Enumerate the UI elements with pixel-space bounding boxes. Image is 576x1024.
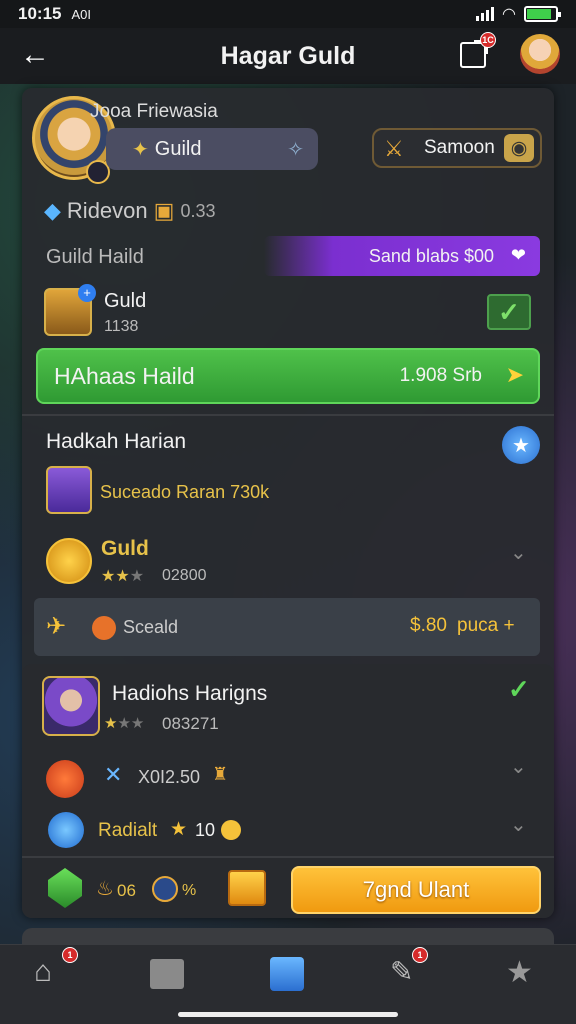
chest-icon: ▣ <box>153 198 175 223</box>
search-button[interactable]: ⚔ Samoon ◉ <box>372 128 542 168</box>
status-time: 10:15 <box>18 4 62 23</box>
star-icon: ★ <box>170 819 188 840</box>
hero-title: Hadiohs Harigns <box>112 682 268 705</box>
green-action-button[interactable]: HAhaas Haild 1.908 Srb ➤ <box>36 348 540 404</box>
promo-banner[interactable]: Sand blabs $00 ❤ <box>264 236 540 276</box>
radiant-label: Radialt <box>98 820 158 841</box>
divider <box>22 856 554 858</box>
guild-tag-label: Guild <box>154 137 202 160</box>
plus-icon[interactable]: + <box>78 284 96 302</box>
gold-item-name: Guld <box>101 537 149 560</box>
rating-stars-icon: ★★★ <box>101 568 145 585</box>
radiant-value: 10 <box>195 820 216 840</box>
bar-price-suffix: puca + <box>457 615 515 636</box>
crystal-icon <box>48 812 84 848</box>
guild-hall-label: Guild Haild <box>46 246 144 268</box>
claim-button[interactable]: 7gnd Ulant <box>291 866 541 914</box>
next-card-peek <box>22 928 554 944</box>
bottom-value-2: % <box>182 882 197 899</box>
ridevon-label: Ridevon <box>66 198 148 223</box>
flame-icon: ♨ <box>96 878 114 900</box>
horn-icon: ✈ <box>46 613 67 640</box>
bar-price: $.80 <box>410 615 447 636</box>
star-badge-icon[interactable]: ★ <box>502 426 540 464</box>
hero-stars-icon: ★★★ <box>104 715 145 732</box>
sword-icon: ⚔ <box>384 136 404 161</box>
wifi-icon: ◠ <box>502 6 516 23</box>
notification-badge: 1C <box>480 32 496 48</box>
hero-value: 083271 <box>162 714 219 733</box>
chevron-down-icon[interactable]: ⌄ <box>510 754 527 779</box>
speed-icon <box>152 876 178 902</box>
chevron-down-icon[interactable]: ⌄ <box>510 540 527 565</box>
gold-item-value: 02800 <box>162 567 207 584</box>
badge-icon <box>221 820 241 840</box>
fire-icon <box>46 760 84 798</box>
potion-icon: ♜ <box>212 764 229 784</box>
ridevon-value: 0.33 <box>180 200 216 221</box>
app-header: ← Hagar Guld 1C <box>0 28 576 84</box>
status-bar: 10:15 A0I ◠ <box>0 0 576 28</box>
coin-icon <box>92 616 116 640</box>
hero-portrait[interactable] <box>42 676 100 736</box>
guild-item-value: 1138 <box>104 318 139 335</box>
check-icon: ✓ <box>508 674 530 704</box>
green-button-value: 1.908 Srb <box>399 365 482 386</box>
home-indicator <box>178 1012 398 1017</box>
inventory-tab-icon[interactable] <box>150 959 184 989</box>
shop-tab-icon[interactable] <box>270 957 304 991</box>
signal-icon <box>476 7 495 21</box>
wing-icon: ✧ <box>287 138 304 161</box>
confirm-checkbox[interactable]: ✓ <box>487 294 531 330</box>
purple-chest-icon <box>46 466 92 514</box>
promo-text: Sand blabs $00 <box>368 245 494 266</box>
ridevon-row: ◆ Ridevon ▣ 0.33 <box>44 198 215 224</box>
hero-stat: X0I2.50 <box>138 767 201 787</box>
arrow-icon: ➤ <box>505 362 524 387</box>
home-badge: 1 <box>62 947 78 963</box>
guild-item-name: Guld <box>104 290 147 312</box>
search-label: Samoon <box>424 137 495 158</box>
guild-tag-button[interactable]: ✦ Guild ✧ <box>106 128 318 170</box>
bar-label: Sceald <box>123 617 179 637</box>
achievements-tab-icon[interactable]: ★ <box>506 955 546 995</box>
gold-coin-icon <box>46 538 92 584</box>
search-icon: ◉ <box>504 134 534 162</box>
star-icon: ✦ <box>132 138 149 161</box>
status-carrier: A0I <box>71 6 91 22</box>
divider <box>22 414 554 416</box>
bottom-value-1: 06 <box>117 881 136 900</box>
profile-name: Jooa Friewasia <box>90 101 218 122</box>
section-reward: Suceado Raran 730k <box>100 482 270 502</box>
chevron-down-icon[interactable]: ⌄ <box>510 812 527 837</box>
battery-icon <box>524 6 561 22</box>
green-button-label: HAhaas Haild <box>54 362 195 389</box>
edit-badge: 1 <box>412 947 428 963</box>
claim-button-label: 7gnd Ulant <box>362 877 470 902</box>
section-title: Hadkah Harian <box>46 430 187 453</box>
avatar[interactable] <box>520 34 560 74</box>
treasure-chest-icon <box>228 870 266 906</box>
gem-icon: ◆ <box>44 198 61 223</box>
sword-cross-icon: ✕ <box>104 762 123 787</box>
heart-icon: ❤ <box>510 245 526 265</box>
